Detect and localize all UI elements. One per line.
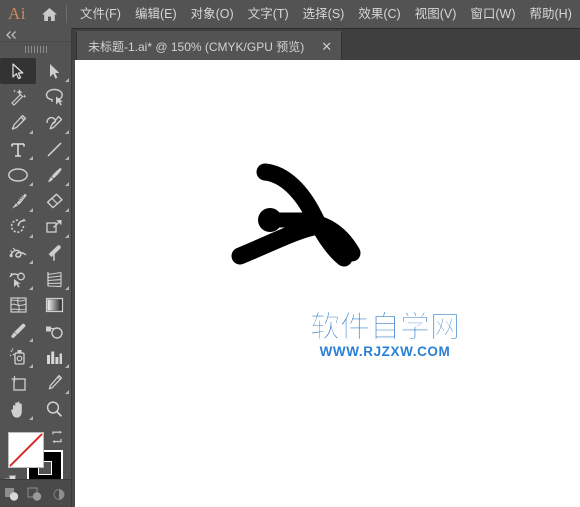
double-chevron-left-icon: [6, 30, 16, 39]
tool-more-indicator: [29, 182, 33, 186]
watermark-url-text: WWW.RJZXW.COM: [319, 344, 451, 359]
rotate-tool[interactable]: [0, 214, 36, 240]
tool-more-indicator: [29, 338, 33, 342]
fill-color-swatch[interactable]: [8, 432, 44, 468]
swap-fill-stroke-icon[interactable]: [50, 430, 64, 444]
watermark: 软件自学网 WWW.RJZXW.COM: [305, 310, 465, 359]
free-transform-tool[interactable]: [36, 240, 72, 266]
blob-brush-tool[interactable]: [0, 188, 36, 214]
menu-object[interactable]: 对象(O): [184, 0, 241, 28]
tool-more-indicator: [65, 182, 69, 186]
document-canvas[interactable]: 软件自学网 WWW.RJZXW.COM: [72, 60, 580, 507]
menu-view[interactable]: 视图(V): [408, 0, 464, 28]
shape-builder-tool[interactable]: [0, 266, 36, 292]
tool-more-indicator: [29, 130, 33, 134]
eyedropper-tool[interactable]: [0, 318, 36, 344]
slice-tool[interactable]: [36, 370, 72, 396]
eraser-tool[interactable]: [36, 188, 72, 214]
panel-drag-handle[interactable]: [0, 42, 71, 56]
tool-more-indicator: [65, 234, 69, 238]
tool-more-indicator: [29, 364, 33, 368]
menu-type[interactable]: 文字(T): [241, 0, 296, 28]
curvature-tool[interactable]: [36, 110, 72, 136]
tool-more-indicator: [65, 286, 69, 290]
mesh-tool[interactable]: [0, 292, 36, 318]
document-tab[interactable]: 未标题-1.ai* @ 150% (CMYK/GPU 预览) ✕: [76, 31, 343, 60]
menu-select[interactable]: 选择(S): [296, 0, 352, 28]
document-tab-title: 未标题-1.ai* @ 150% (CMYK/GPU 预览): [88, 40, 305, 54]
artboard-tool[interactable]: [0, 370, 36, 396]
menu-window[interactable]: 窗口(W): [463, 0, 522, 28]
home-icon[interactable]: [34, 7, 64, 22]
drawing-mode-inside-button[interactable]: [50, 485, 68, 503]
tool-more-indicator: [65, 364, 69, 368]
blend-tool[interactable]: [36, 318, 72, 344]
direct-selection-tool[interactable]: [36, 58, 72, 84]
menu-divider: [66, 5, 67, 23]
line-segment-tool[interactable]: [36, 136, 72, 162]
selection-tool[interactable]: [0, 58, 36, 84]
type-tool[interactable]: [0, 136, 36, 162]
perspective-grid-tool[interactable]: [36, 266, 72, 292]
tools-panel: [0, 28, 72, 507]
lasso-tool[interactable]: [36, 84, 72, 110]
tool-more-indicator: [65, 390, 69, 394]
menu-effect[interactable]: 效果(C): [351, 0, 407, 28]
tool-more-indicator: [29, 286, 33, 290]
gradient-tool[interactable]: [36, 292, 72, 318]
menu-bar: Ai 文件(F) 编辑(E) 对象(O) 文字(T) 选择(S) 效果(C) 视…: [0, 0, 580, 28]
collapse-panel-button[interactable]: [0, 28, 71, 42]
scale-tool[interactable]: [36, 214, 72, 240]
magic-wand-tool[interactable]: [0, 84, 36, 110]
grip-lines-icon: [24, 45, 47, 53]
paintbrush-tool[interactable]: [36, 162, 72, 188]
menu-edit[interactable]: 编辑(E): [128, 0, 184, 28]
ellipse-tool[interactable]: [0, 162, 36, 188]
drawing-mode-normal-button[interactable]: [3, 485, 21, 503]
tool-more-indicator: [65, 78, 69, 82]
tool-more-indicator: [29, 234, 33, 238]
tool-more-indicator: [65, 156, 69, 160]
menu-file[interactable]: 文件(F): [73, 0, 128, 28]
menu-help[interactable]: 帮助(H): [523, 0, 579, 28]
tool-more-indicator: [65, 208, 69, 212]
illustrator-window: Ai 文件(F) 编辑(E) 对象(O) 文字(T) 选择(S) 效果(C) 视…: [0, 0, 580, 507]
drawing-modes-bar: [0, 479, 71, 507]
width-tool[interactable]: [0, 240, 36, 266]
pen-tool[interactable]: [0, 110, 36, 136]
tool-grid: [0, 58, 71, 422]
tool-more-indicator: [29, 208, 33, 212]
document-tab-bar: 未标题-1.ai* @ 150% (CMYK/GPU 预览) ✕: [72, 28, 580, 60]
column-graph-tool[interactable]: [36, 344, 72, 370]
watermark-chinese-text: 软件自学网: [310, 310, 461, 345]
none-slash-icon: [9, 433, 43, 467]
symbol-sprayer-tool[interactable]: [0, 344, 36, 370]
canvas-left-edge: [72, 60, 75, 507]
app-logo: Ai: [8, 4, 26, 23]
close-icon[interactable]: ✕: [316, 40, 337, 53]
tool-more-indicator: [29, 156, 33, 160]
tool-more-indicator: [65, 130, 69, 134]
drawing-mode-behind-button[interactable]: [26, 485, 44, 503]
tool-more-indicator: [29, 260, 33, 264]
calligraphy-stroke-artwork[interactable]: [222, 160, 367, 280]
